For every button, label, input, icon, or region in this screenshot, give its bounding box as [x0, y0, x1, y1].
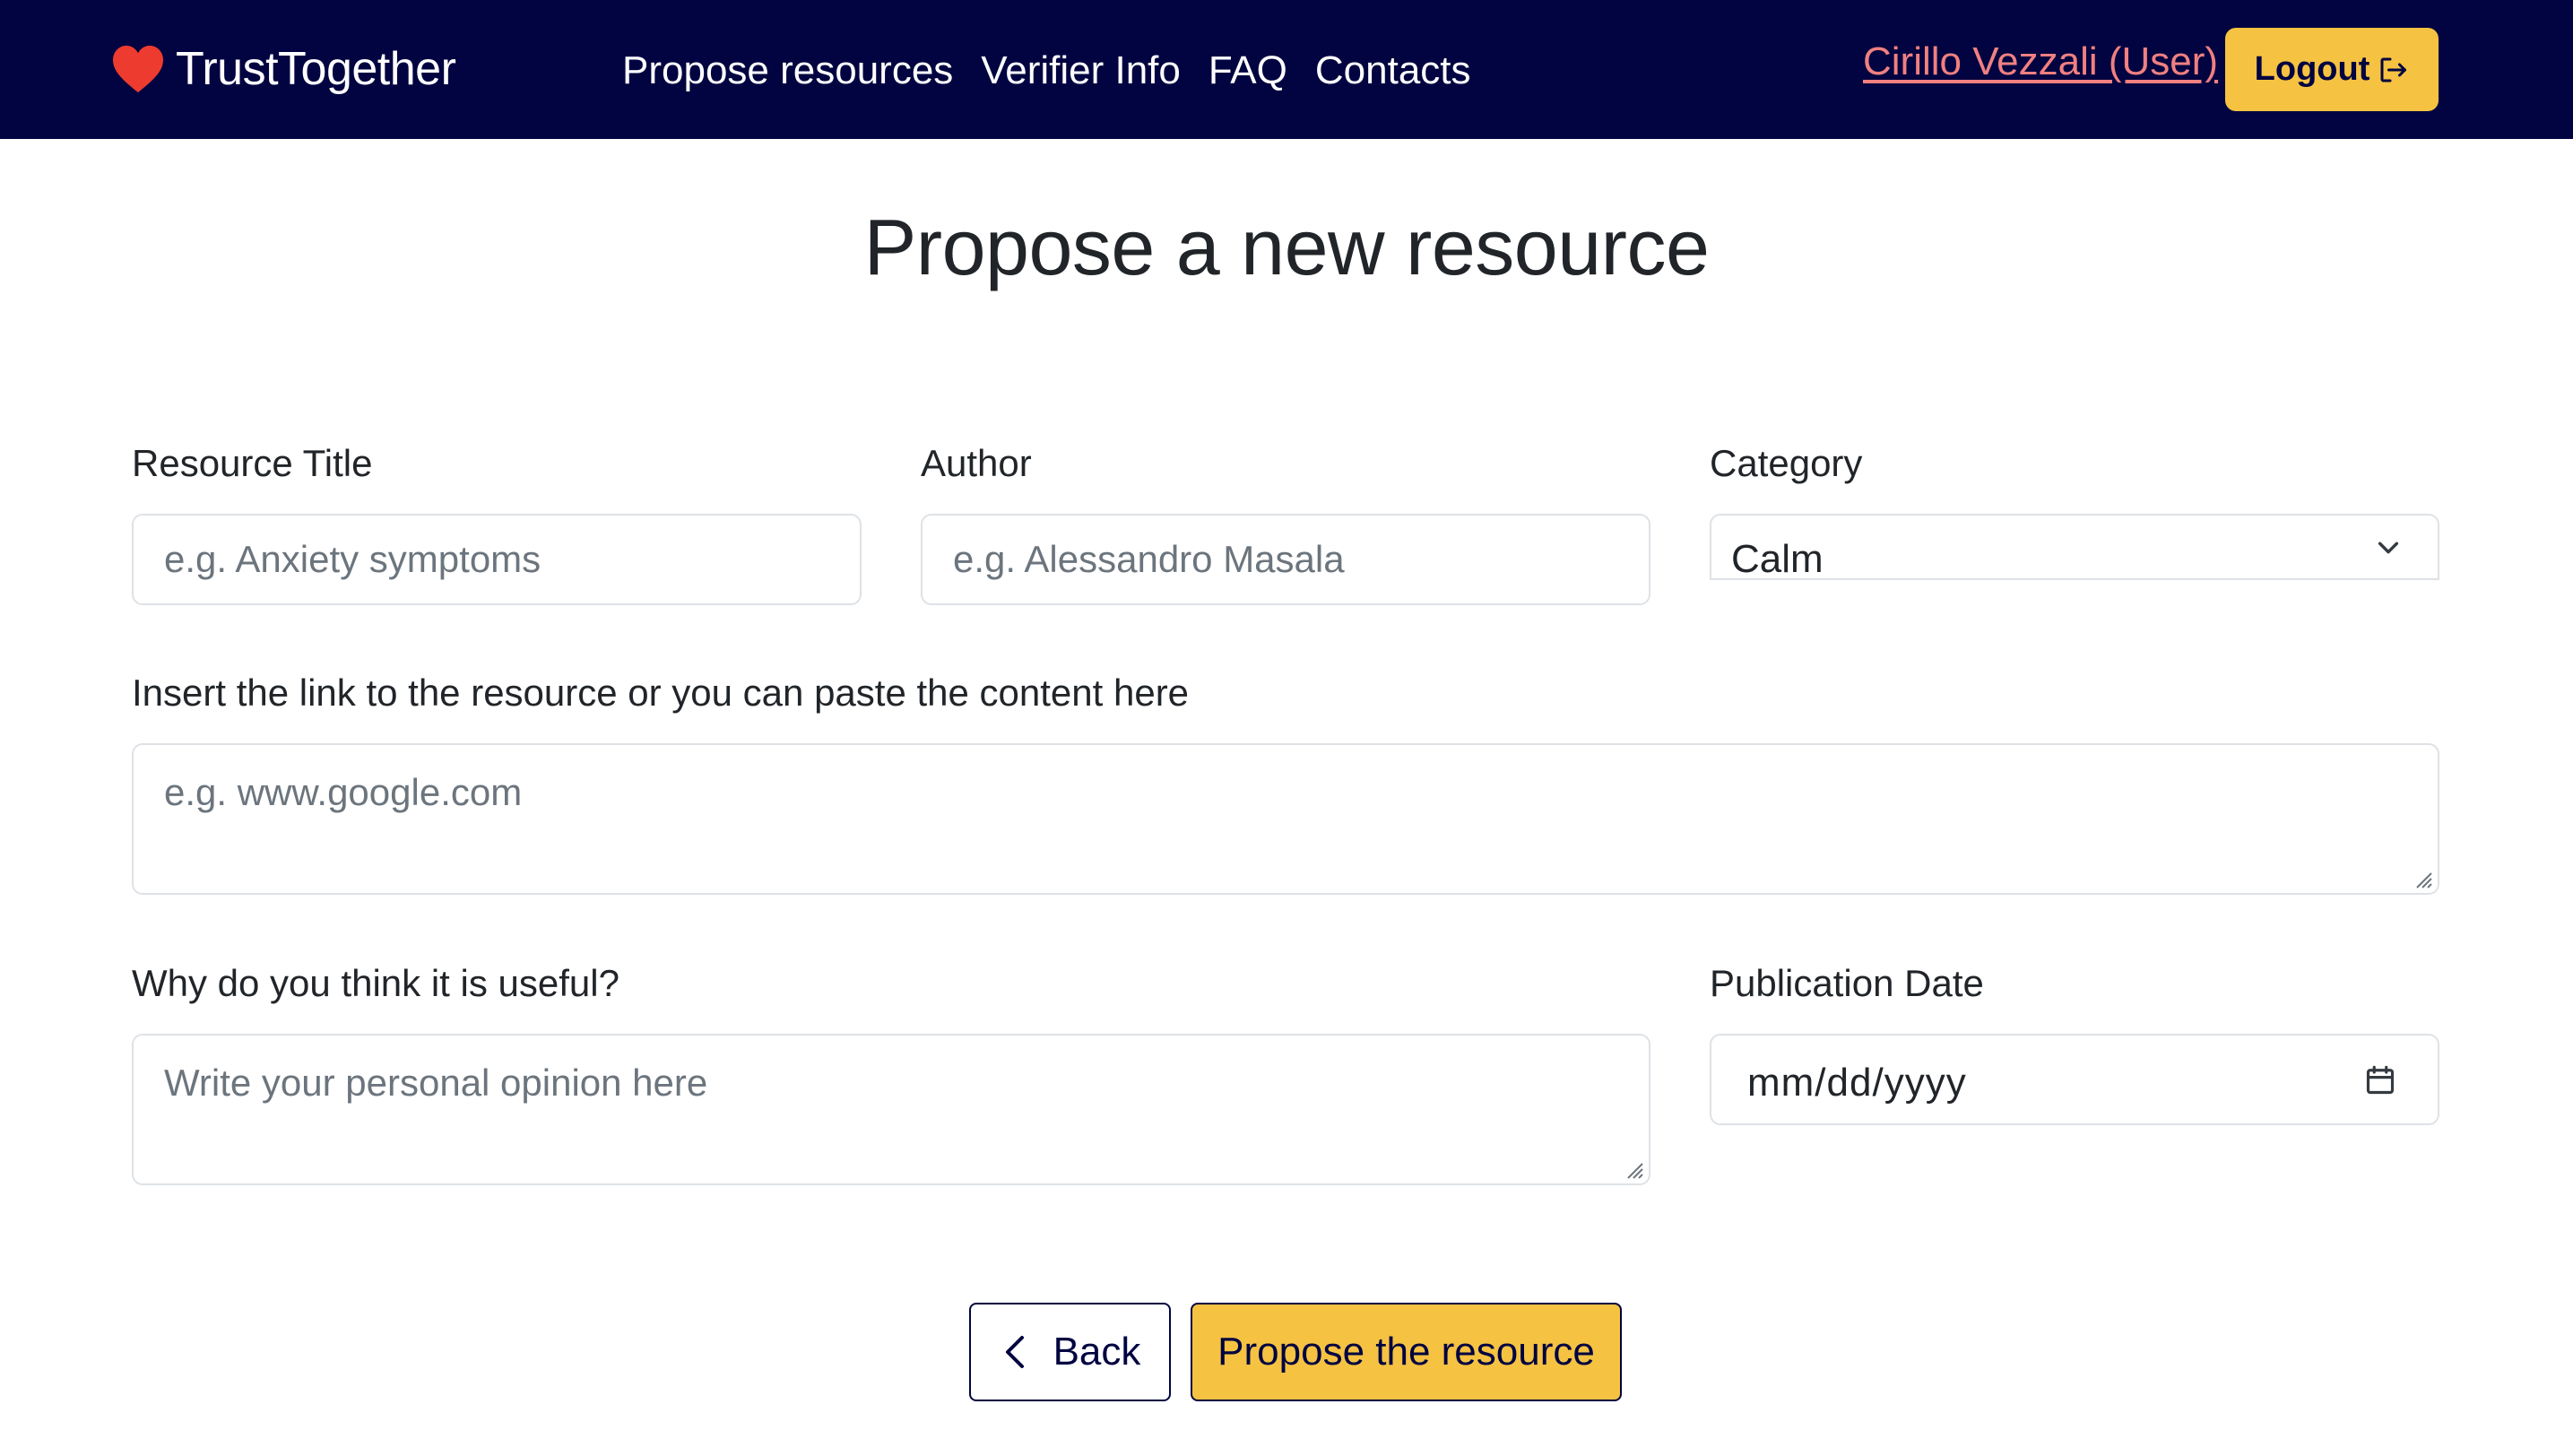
- author-label: Author: [921, 442, 1032, 484]
- publication-date-input[interactable]: mm/dd/yyyy: [1710, 1034, 2439, 1125]
- usefulness-textarea[interactable]: [132, 1034, 1650, 1185]
- brand-logo[interactable]: TrustTogether: [111, 38, 456, 100]
- back-label: Back: [1053, 1330, 1141, 1374]
- chevron-down-icon: [2378, 542, 2399, 554]
- nav-link-verifier-info[interactable]: Verifier Info: [981, 48, 1181, 93]
- resize-grip-icon[interactable]: [2412, 868, 2433, 889]
- nav-link-faq[interactable]: FAQ: [1209, 48, 1287, 93]
- nav-link-propose-resources[interactable]: Propose resources: [622, 48, 953, 93]
- logout-label: Logout: [2254, 50, 2370, 88]
- back-button[interactable]: Back: [969, 1303, 1171, 1401]
- brand-name: TrustTogether: [176, 43, 456, 95]
- logout-button[interactable]: Logout: [2225, 28, 2439, 111]
- publication-date-label: Publication Date: [1710, 962, 1984, 1004]
- logout-icon: [2380, 57, 2407, 82]
- link-label: Insert the link to the resource or you c…: [132, 672, 1190, 714]
- nav-link-contacts[interactable]: Contacts: [1315, 48, 1471, 93]
- author-input[interactable]: [921, 514, 1650, 605]
- category-selected-value: Calm: [1731, 537, 1824, 581]
- resource-title-input[interactable]: [132, 514, 862, 605]
- category-label: Category: [1710, 442, 1863, 484]
- propose-resource-button[interactable]: Propose the resource: [1191, 1303, 1622, 1401]
- usefulness-label: Why do you think it is useful?: [132, 962, 619, 1004]
- user-profile-link[interactable]: Cirillo Vezzali (User): [1863, 39, 2218, 84]
- resource-title-label: Resource Title: [132, 442, 373, 484]
- calendar-icon[interactable]: [2364, 1064, 2396, 1096]
- category-select[interactable]: Calm: [1710, 514, 2439, 581]
- link-content-textarea[interactable]: [132, 743, 2439, 895]
- nav-links: Propose resources Verifier Info FAQ Cont…: [622, 43, 1499, 99]
- chevron-left-icon: [1005, 1336, 1024, 1368]
- page-title: Propose a new resource: [863, 203, 1710, 291]
- publication-date-placeholder: mm/dd/yyyy: [1747, 1061, 1967, 1105]
- heart-icon: [113, 45, 163, 93]
- top-navbar: TrustTogether Propose resources Verifier…: [0, 0, 2573, 139]
- resize-grip-icon[interactable]: [1623, 1158, 1644, 1180]
